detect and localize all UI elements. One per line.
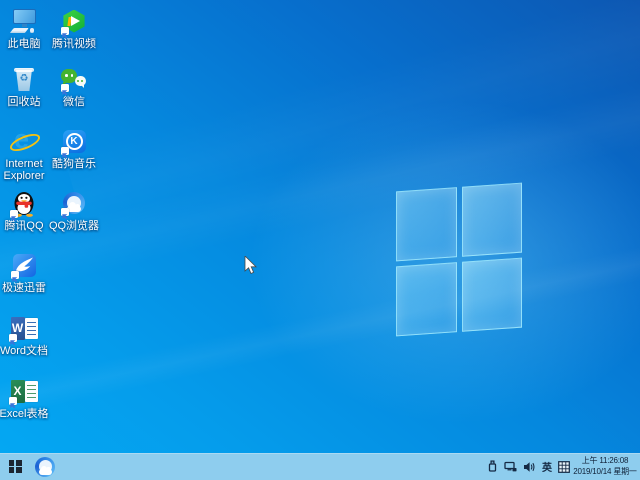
start-button[interactable] <box>0 453 30 480</box>
windows-logo-pane <box>396 187 457 261</box>
ime-grid-icon[interactable] <box>558 461 570 473</box>
shortcut-arrow-badge <box>11 271 19 279</box>
desktop-icon-wechat[interactable]: 微信 <box>46 64 102 108</box>
desktop-icon-internet-explorer[interactable]: e Internet Explorer <box>0 126 52 182</box>
tencent-video-icon <box>63 10 86 33</box>
windows-start-icon <box>9 460 22 473</box>
windows-logo-pane <box>462 258 523 332</box>
wechat-icon <box>61 67 87 91</box>
windows-logo-pane <box>462 183 523 257</box>
icon-label: Internet Explorer <box>0 158 52 182</box>
shortcut-arrow-badge <box>61 208 69 216</box>
desktop-icon-excel[interactable]: X Excel表格 <box>0 376 52 420</box>
usb-device-icon[interactable] <box>487 460 498 473</box>
desktop-icon-tencent-video[interactable]: 腾讯视频 <box>46 6 102 50</box>
icon-label: 腾讯视频 <box>46 38 102 50</box>
desktop-icon-this-pc[interactable]: 此电脑 <box>0 6 52 50</box>
shortcut-arrow-badge <box>61 147 69 155</box>
icon-label: 腾讯QQ <box>0 220 52 232</box>
clock-date: 2019/10/14 星期一 <box>573 467 637 478</box>
system-tray: 英 <box>487 453 570 480</box>
shortcut-arrow-badge <box>9 397 17 405</box>
desktop-icon-thunder[interactable]: 极速迅雷 <box>0 250 52 294</box>
clock-time: 上午 11:26:08 <box>573 456 637 467</box>
light-ray <box>0 207 640 427</box>
icon-label: QQ浏览器 <box>46 220 102 232</box>
light-ray <box>63 0 640 241</box>
icon-label: 回收站 <box>0 96 52 108</box>
desktop-icon-qq-browser[interactable]: QQ浏览器 <box>46 188 102 232</box>
word-icon: W <box>11 317 38 340</box>
icon-label: Word文档 <box>0 345 52 357</box>
icon-label: 酷狗音乐 <box>46 158 102 170</box>
volume-icon[interactable] <box>523 461 536 473</box>
desktop-icon-tencent-qq[interactable]: 腾讯QQ <box>0 188 52 232</box>
qq-browser-icon <box>63 192 85 214</box>
desktop-icon-word[interactable]: W Word文档 <box>0 313 52 357</box>
kugou-icon: K <box>63 130 86 153</box>
this-pc-icon <box>11 8 37 34</box>
taskbar: 英 上午 11:26:08 2019/10/14 星期一 <box>0 453 640 480</box>
network-icon[interactable] <box>504 461 517 473</box>
windows-logo-wallpaper <box>396 183 522 337</box>
qq-penguin-icon <box>12 189 36 217</box>
taskbar-clock[interactable]: 上午 11:26:08 2019/10/14 星期一 <box>573 456 637 477</box>
shortcut-arrow-badge <box>10 210 18 218</box>
windows-logo-pane <box>396 262 457 336</box>
ime-language-indicator[interactable]: 英 <box>542 459 552 474</box>
shortcut-arrow-badge <box>61 27 69 35</box>
icon-label: 微信 <box>46 96 102 108</box>
excel-icon: X <box>11 380 38 403</box>
thunder-bird-icon <box>13 254 36 277</box>
icon-label: 此电脑 <box>0 38 52 50</box>
icon-label: 极速迅雷 <box>0 282 52 294</box>
icon-label: Excel表格 <box>0 408 52 420</box>
desktop-icon-kugou[interactable]: K 酷狗音乐 <box>46 126 102 170</box>
internet-explorer-icon: e <box>10 127 38 155</box>
desktop-icon-recycle-bin[interactable]: ♻ 回收站 <box>0 64 52 108</box>
qq-browser-icon <box>35 457 55 477</box>
taskbar-qq-browser-button[interactable] <box>30 453 60 480</box>
shortcut-arrow-badge <box>61 84 69 92</box>
recycle-bin-icon: ♻ <box>13 67 35 91</box>
shortcut-arrow-badge <box>9 334 17 342</box>
